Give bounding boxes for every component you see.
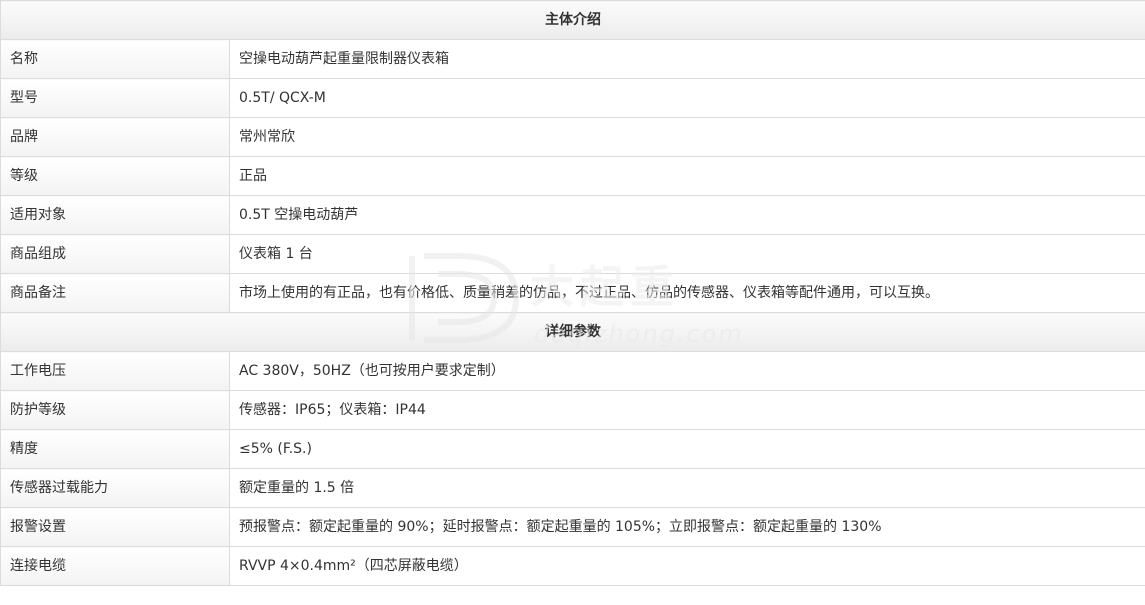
section-header-params: 详细参数 [0, 312, 1145, 352]
row-label: 连接电缆 [0, 546, 230, 586]
table-row-applicable: 适用对象 0.5T 空操电动葫芦 [0, 195, 1145, 235]
table-row-overload: 传感器过载能力 额定重量的 1.5 倍 [0, 468, 1145, 508]
table-row-alarm: 报警设置 预报警点：额定起重量的 90%；延时报警点：额定起重量的 105%；立… [0, 507, 1145, 547]
row-value: 0.5T/ QCX-M [229, 78, 1145, 118]
row-label: 品牌 [0, 117, 230, 157]
row-label: 名称 [0, 39, 230, 79]
table-row-brand: 品牌 常州常欣 [0, 117, 1145, 157]
section-title-params: 详细参数 [0, 312, 1145, 352]
row-label: 传感器过载能力 [0, 468, 230, 508]
row-value: 额定重量的 1.5 倍 [229, 468, 1145, 508]
row-value: 传感器：IP65；仪表箱：IP44 [229, 390, 1145, 430]
row-label: 商品组成 [0, 234, 230, 274]
spec-table: 主体介绍 名称 空操电动葫芦起重量限制器仪表箱 型号 0.5T/ QCX-M 品… [0, 0, 1145, 586]
table-row-model: 型号 0.5T/ QCX-M [0, 78, 1145, 118]
row-label: 适用对象 [0, 195, 230, 235]
row-value: AC 380V，50HZ（也可按用户要求定制） [229, 351, 1145, 391]
table-row-remarks: 商品备注 市场上使用的有正品，也有价格低、质量稍差的仿品，不过正品、仿品的传感器… [0, 273, 1145, 313]
row-value: 正品 [229, 156, 1145, 196]
row-label: 工作电压 [0, 351, 230, 391]
row-value: 市场上使用的有正品，也有价格低、质量稍差的仿品，不过正品、仿品的传感器、仪表箱等… [229, 273, 1145, 313]
row-value: 空操电动葫芦起重量限制器仪表箱 [229, 39, 1145, 79]
table-row-cable: 连接电缆 RVVP 4×0.4mm²（四芯屏蔽电缆） [0, 546, 1145, 586]
row-value: 预报警点：额定起重量的 90%；延时报警点：额定起重量的 105%；立即报警点：… [229, 507, 1145, 547]
row-label: 报警设置 [0, 507, 230, 547]
row-label: 防护等级 [0, 390, 230, 430]
section-title-intro: 主体介绍 [0, 0, 1145, 40]
row-label: 商品备注 [0, 273, 230, 313]
table-row-accuracy: 精度 ≤5% (F.S.) [0, 429, 1145, 469]
row-label: 等级 [0, 156, 230, 196]
table-row-protection: 防护等级 传感器：IP65；仪表箱：IP44 [0, 390, 1145, 430]
row-value: RVVP 4×0.4mm²（四芯屏蔽电缆） [229, 546, 1145, 586]
row-value: 仪表箱 1 台 [229, 234, 1145, 274]
table-row-voltage: 工作电压 AC 380V，50HZ（也可按用户要求定制） [0, 351, 1145, 391]
section-header-intro: 主体介绍 [0, 0, 1145, 40]
table-row-name: 名称 空操电动葫芦起重量限制器仪表箱 [0, 39, 1145, 79]
row-label: 精度 [0, 429, 230, 469]
table-row-composition: 商品组成 仪表箱 1 台 [0, 234, 1145, 274]
table-row-grade: 等级 正品 [0, 156, 1145, 196]
row-value: 常州常欣 [229, 117, 1145, 157]
row-value: 0.5T 空操电动葫芦 [229, 195, 1145, 235]
row-label: 型号 [0, 78, 230, 118]
row-value: ≤5% (F.S.) [229, 429, 1145, 469]
